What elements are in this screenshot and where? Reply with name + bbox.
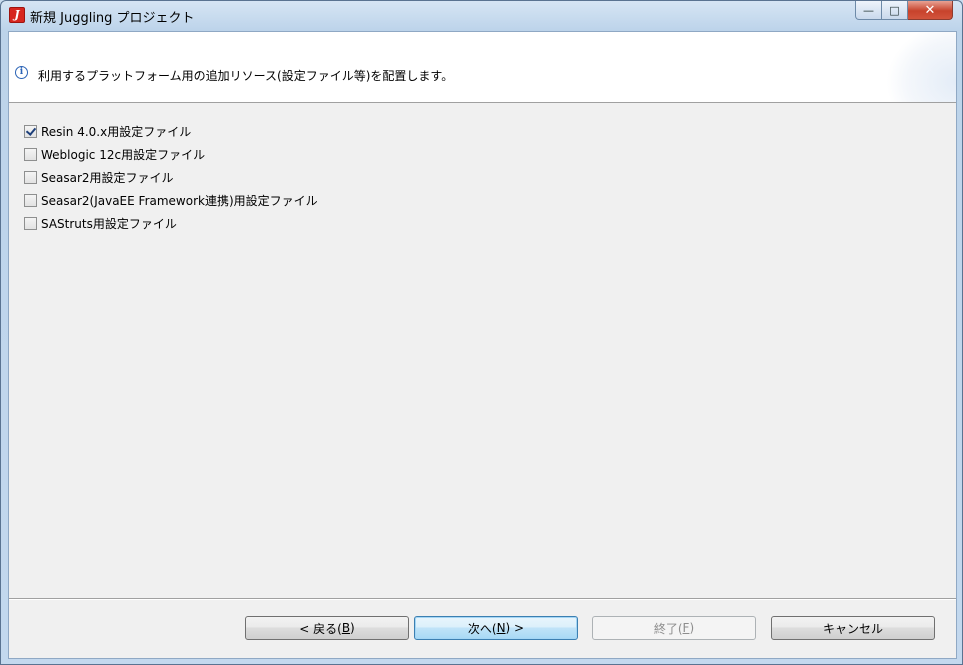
next-label-pre: 次へ( <box>467 621 497 636</box>
option-label: Seasar2用設定ファイル <box>41 171 174 185</box>
close-icon: ✕ <box>924 2 936 18</box>
dialog-content: i 利用するプラットフォーム用の追加リソース(設定ファイル等)を配置します。 R… <box>8 31 957 659</box>
banner-message: 利用するプラットフォーム用の追加リソース(設定ファイル等)を配置します。 <box>38 69 454 83</box>
option-weblogic[interactable]: Weblogic 12c用設定ファイル <box>24 143 318 166</box>
option-label: Resin 4.0.x用設定ファイル <box>41 125 192 139</box>
title-bar[interactable]: J 新規 Juggling プロジェクト — □ ✕ <box>1 1 962 31</box>
option-sastruts[interactable]: SAStruts用設定ファイル <box>24 212 318 235</box>
wizard-banner: i 利用するプラットフォーム用の追加リソース(設定ファイル等)を配置します。 <box>9 32 956 103</box>
finish-label-post: ) <box>689 621 695 635</box>
footer-separator <box>9 598 956 600</box>
next-mnemonic: N <box>496 621 506 635</box>
checkbox[interactable] <box>24 148 37 161</box>
minimize-icon: — <box>863 3 874 17</box>
finish-mnemonic: F <box>682 621 690 635</box>
info-icon: i <box>15 66 28 79</box>
cancel-label: キャンセル <box>822 621 883 636</box>
banner-decoration <box>886 32 956 102</box>
close-button[interactable]: ✕ <box>908 1 953 20</box>
maximize-button[interactable]: □ <box>882 1 908 20</box>
cancel-button[interactable]: キャンセル <box>771 616 935 640</box>
app-icon: J <box>9 7 25 23</box>
back-mnemonic: B <box>341 621 351 635</box>
checkbox[interactable] <box>24 194 37 207</box>
checkbox[interactable] <box>24 217 37 230</box>
next-label-post: ) > <box>505 621 525 635</box>
minimize-button[interactable]: — <box>855 1 882 20</box>
dialog-window: J 新規 Juggling プロジェクト — □ ✕ i 利用するプラットフォー… <box>0 0 963 665</box>
maximize-icon: □ <box>889 3 900 17</box>
checkbox[interactable] <box>24 171 37 184</box>
option-label: SAStruts用設定ファイル <box>41 217 177 231</box>
window-controls: — □ ✕ <box>855 1 953 21</box>
back-label-post: ) <box>350 621 355 635</box>
resource-options-list: Resin 4.0.x用設定ファイル Weblogic 12c用設定ファイル S… <box>24 120 318 235</box>
option-label: Seasar2(JavaEE Framework連携)用設定ファイル <box>41 194 318 208</box>
option-label: Weblogic 12c用設定ファイル <box>41 148 206 162</box>
next-button[interactable]: 次へ(N) > <box>414 616 578 640</box>
window-title: 新規 Juggling プロジェクト <box>30 11 195 26</box>
back-button[interactable]: < 戻る(B) <box>245 616 409 640</box>
finish-button[interactable]: 終了(F) <box>592 616 756 640</box>
option-resin[interactable]: Resin 4.0.x用設定ファイル <box>24 120 318 143</box>
checkbox[interactable] <box>24 125 37 138</box>
option-seasar2-javaee[interactable]: Seasar2(JavaEE Framework連携)用設定ファイル <box>24 189 318 212</box>
option-seasar2[interactable]: Seasar2用設定ファイル <box>24 166 318 189</box>
back-label-pre: < 戻る( <box>299 621 342 636</box>
finish-label-pre: 終了( <box>653 621 683 636</box>
